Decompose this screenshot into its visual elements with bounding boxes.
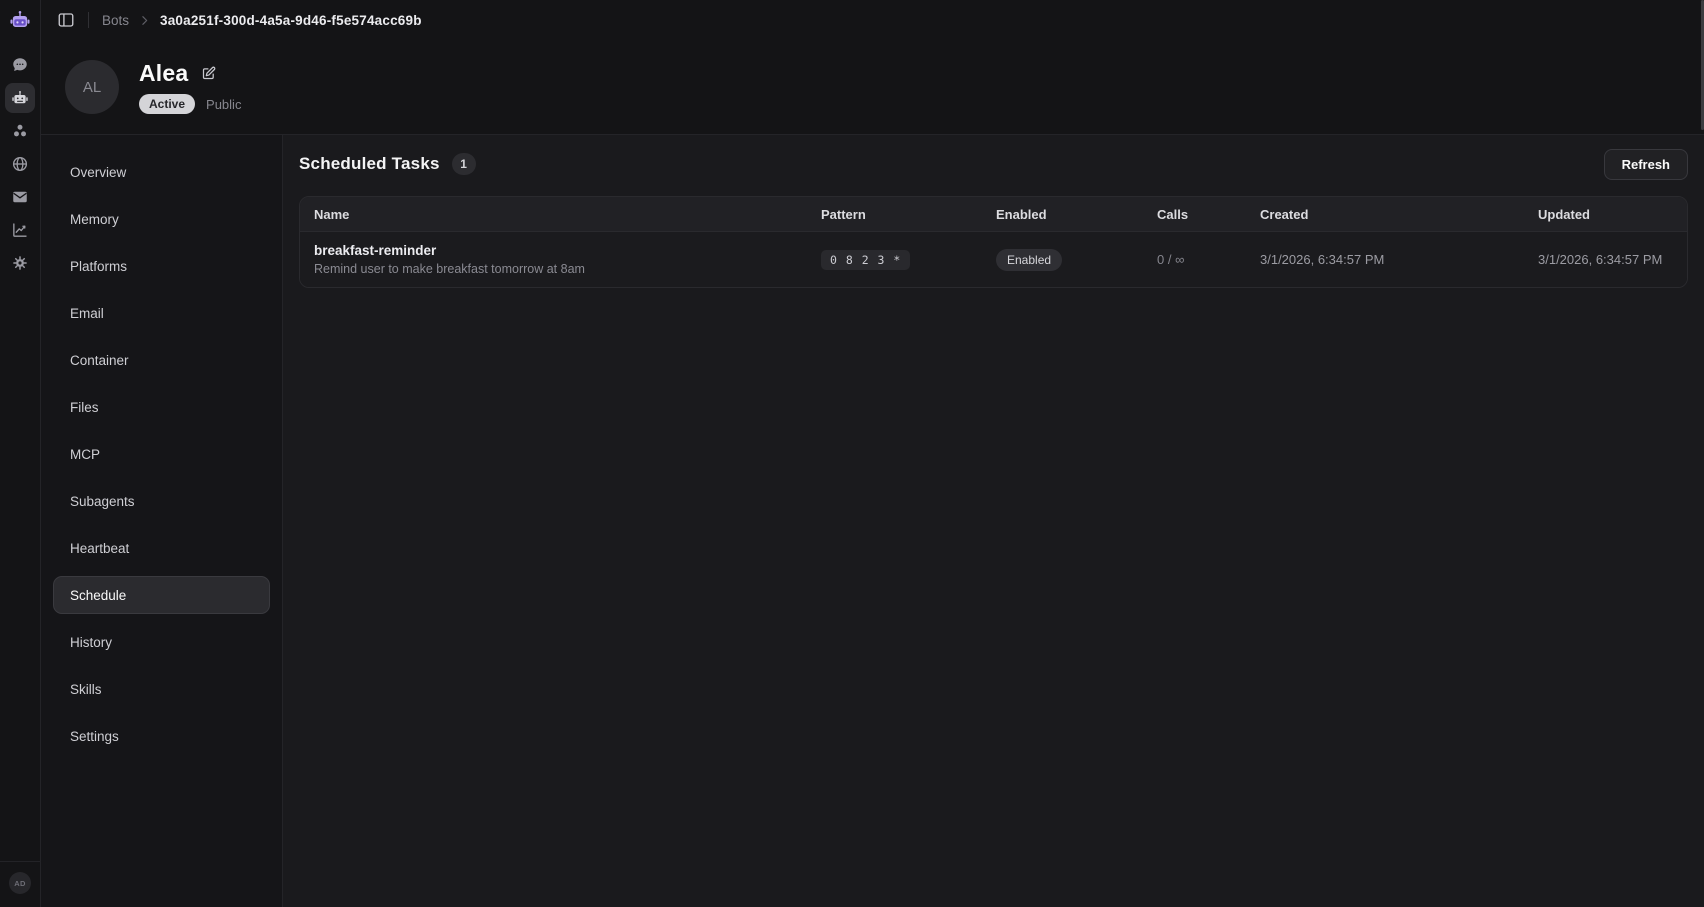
column-header-name: Name	[300, 207, 821, 222]
sidebar-item-subagents[interactable]: Subagents	[53, 482, 270, 520]
cron-pattern-chip: 0 8 2 3 *	[821, 250, 910, 270]
edit-name-button[interactable]	[201, 66, 216, 81]
status-badge: Active	[139, 94, 195, 114]
task-calls-cell: 0 / ∞	[1157, 252, 1260, 267]
icon-rail: AD	[0, 0, 41, 907]
task-count-badge: 1	[452, 153, 476, 175]
chat-icon	[11, 56, 29, 74]
nav-chat-button[interactable]	[5, 50, 35, 80]
sidebar-item-container[interactable]: Container	[53, 341, 270, 379]
visibility-label: Public	[206, 97, 241, 112]
panel-icon	[57, 11, 75, 29]
sidebar-item-schedule[interactable]: Schedule	[53, 576, 270, 614]
globe-icon	[11, 155, 29, 173]
bot-header: AL Alea Active Public	[41, 40, 1704, 135]
rail-separator	[0, 861, 41, 862]
sidebar-item-heartbeat[interactable]: Heartbeat	[53, 529, 270, 567]
robot-icon	[11, 89, 29, 107]
nav-bots-button[interactable]	[5, 83, 35, 113]
rail-nav	[5, 50, 35, 278]
task-name-cell: breakfast-reminder Remind user to make b…	[300, 243, 821, 276]
enabled-badge: Enabled	[996, 249, 1062, 271]
breadcrumb-bot-id: 3a0a251f-300d-4a5a-9d46-f5e574acc69b	[160, 13, 422, 28]
mail-icon	[11, 188, 29, 206]
sidebar-toggle-button[interactable]	[57, 11, 75, 29]
nav-analytics-button[interactable]	[5, 215, 35, 245]
bot-sidebar: Overview Memory Platforms Email Containe…	[41, 135, 283, 907]
task-enabled-cell: Enabled	[996, 249, 1157, 271]
sidebar-item-settings[interactable]: Settings	[53, 717, 270, 755]
sidebar-item-email[interactable]: Email	[53, 294, 270, 332]
breadcrumb-bots-link[interactable]: Bots	[102, 13, 129, 28]
topbar: Bots 3a0a251f-300d-4a5a-9d46-f5e574acc69…	[41, 0, 1704, 40]
bot-avatar: AL	[65, 60, 119, 114]
right-column: Bots 3a0a251f-300d-4a5a-9d46-f5e574acc69…	[41, 0, 1704, 907]
table-header-row: Name Pattern Enabled Calls Created Updat…	[300, 197, 1687, 231]
task-description: Remind user to make breakfast tomorrow a…	[314, 262, 821, 276]
sidebar-item-files[interactable]: Files	[53, 388, 270, 426]
column-header-updated: Updated	[1538, 207, 1687, 222]
bot-title-block: Alea Active Public	[139, 60, 241, 114]
column-header-created: Created	[1260, 207, 1538, 222]
table-row[interactable]: breakfast-reminder Remind user to make b…	[300, 231, 1687, 287]
task-updated-cell: 3/1/2026, 6:34:57 PM	[1538, 252, 1687, 267]
column-header-enabled: Enabled	[996, 207, 1157, 222]
sidebar-item-platforms[interactable]: Platforms	[53, 247, 270, 285]
sidebar-item-overview[interactable]: Overview	[53, 153, 270, 191]
sidebar-item-skills[interactable]: Skills	[53, 670, 270, 708]
edit-pencil-icon	[201, 66, 216, 81]
sidebar-item-mcp[interactable]: MCP	[53, 435, 270, 473]
app-shell: AD Bots 3a0a251f-300d-4a5a-9d46-f5e574ac…	[0, 0, 1704, 907]
app-logo[interactable]	[0, 0, 41, 40]
column-header-pattern: Pattern	[821, 207, 996, 222]
page-title: Scheduled Tasks	[299, 154, 440, 174]
chevron-right-icon	[138, 14, 151, 27]
bot-name-title: Alea	[139, 60, 188, 87]
body-row: Overview Memory Platforms Email Containe…	[41, 135, 1704, 907]
task-created-cell: 3/1/2026, 6:34:57 PM	[1260, 252, 1538, 267]
main-header: Scheduled Tasks 1 Refresh	[299, 149, 1688, 179]
user-avatar[interactable]: AD	[9, 872, 31, 894]
nav-web-button[interactable]	[5, 149, 35, 179]
column-header-calls: Calls	[1157, 207, 1260, 222]
cluster-icon	[11, 122, 29, 140]
refresh-button[interactable]: Refresh	[1604, 149, 1688, 180]
breadcrumb: Bots 3a0a251f-300d-4a5a-9d46-f5e574acc69…	[102, 13, 422, 28]
main-content: Scheduled Tasks 1 Refresh Name Pattern E…	[283, 135, 1704, 907]
nav-settings-button[interactable]	[5, 248, 35, 278]
task-name: breakfast-reminder	[314, 243, 821, 258]
scheduled-tasks-table: Name Pattern Enabled Calls Created Updat…	[299, 196, 1688, 288]
sidebar-item-memory[interactable]: Memory	[53, 200, 270, 238]
robot-logo-icon	[9, 9, 31, 31]
chart-icon	[11, 221, 29, 239]
nav-cluster-button[interactable]	[5, 116, 35, 146]
gear-icon	[11, 254, 29, 272]
nav-mail-button[interactable]	[5, 182, 35, 212]
task-pattern-cell: 0 8 2 3 *	[821, 250, 996, 270]
topbar-divider	[88, 12, 89, 28]
sidebar-item-history[interactable]: History	[53, 623, 270, 661]
